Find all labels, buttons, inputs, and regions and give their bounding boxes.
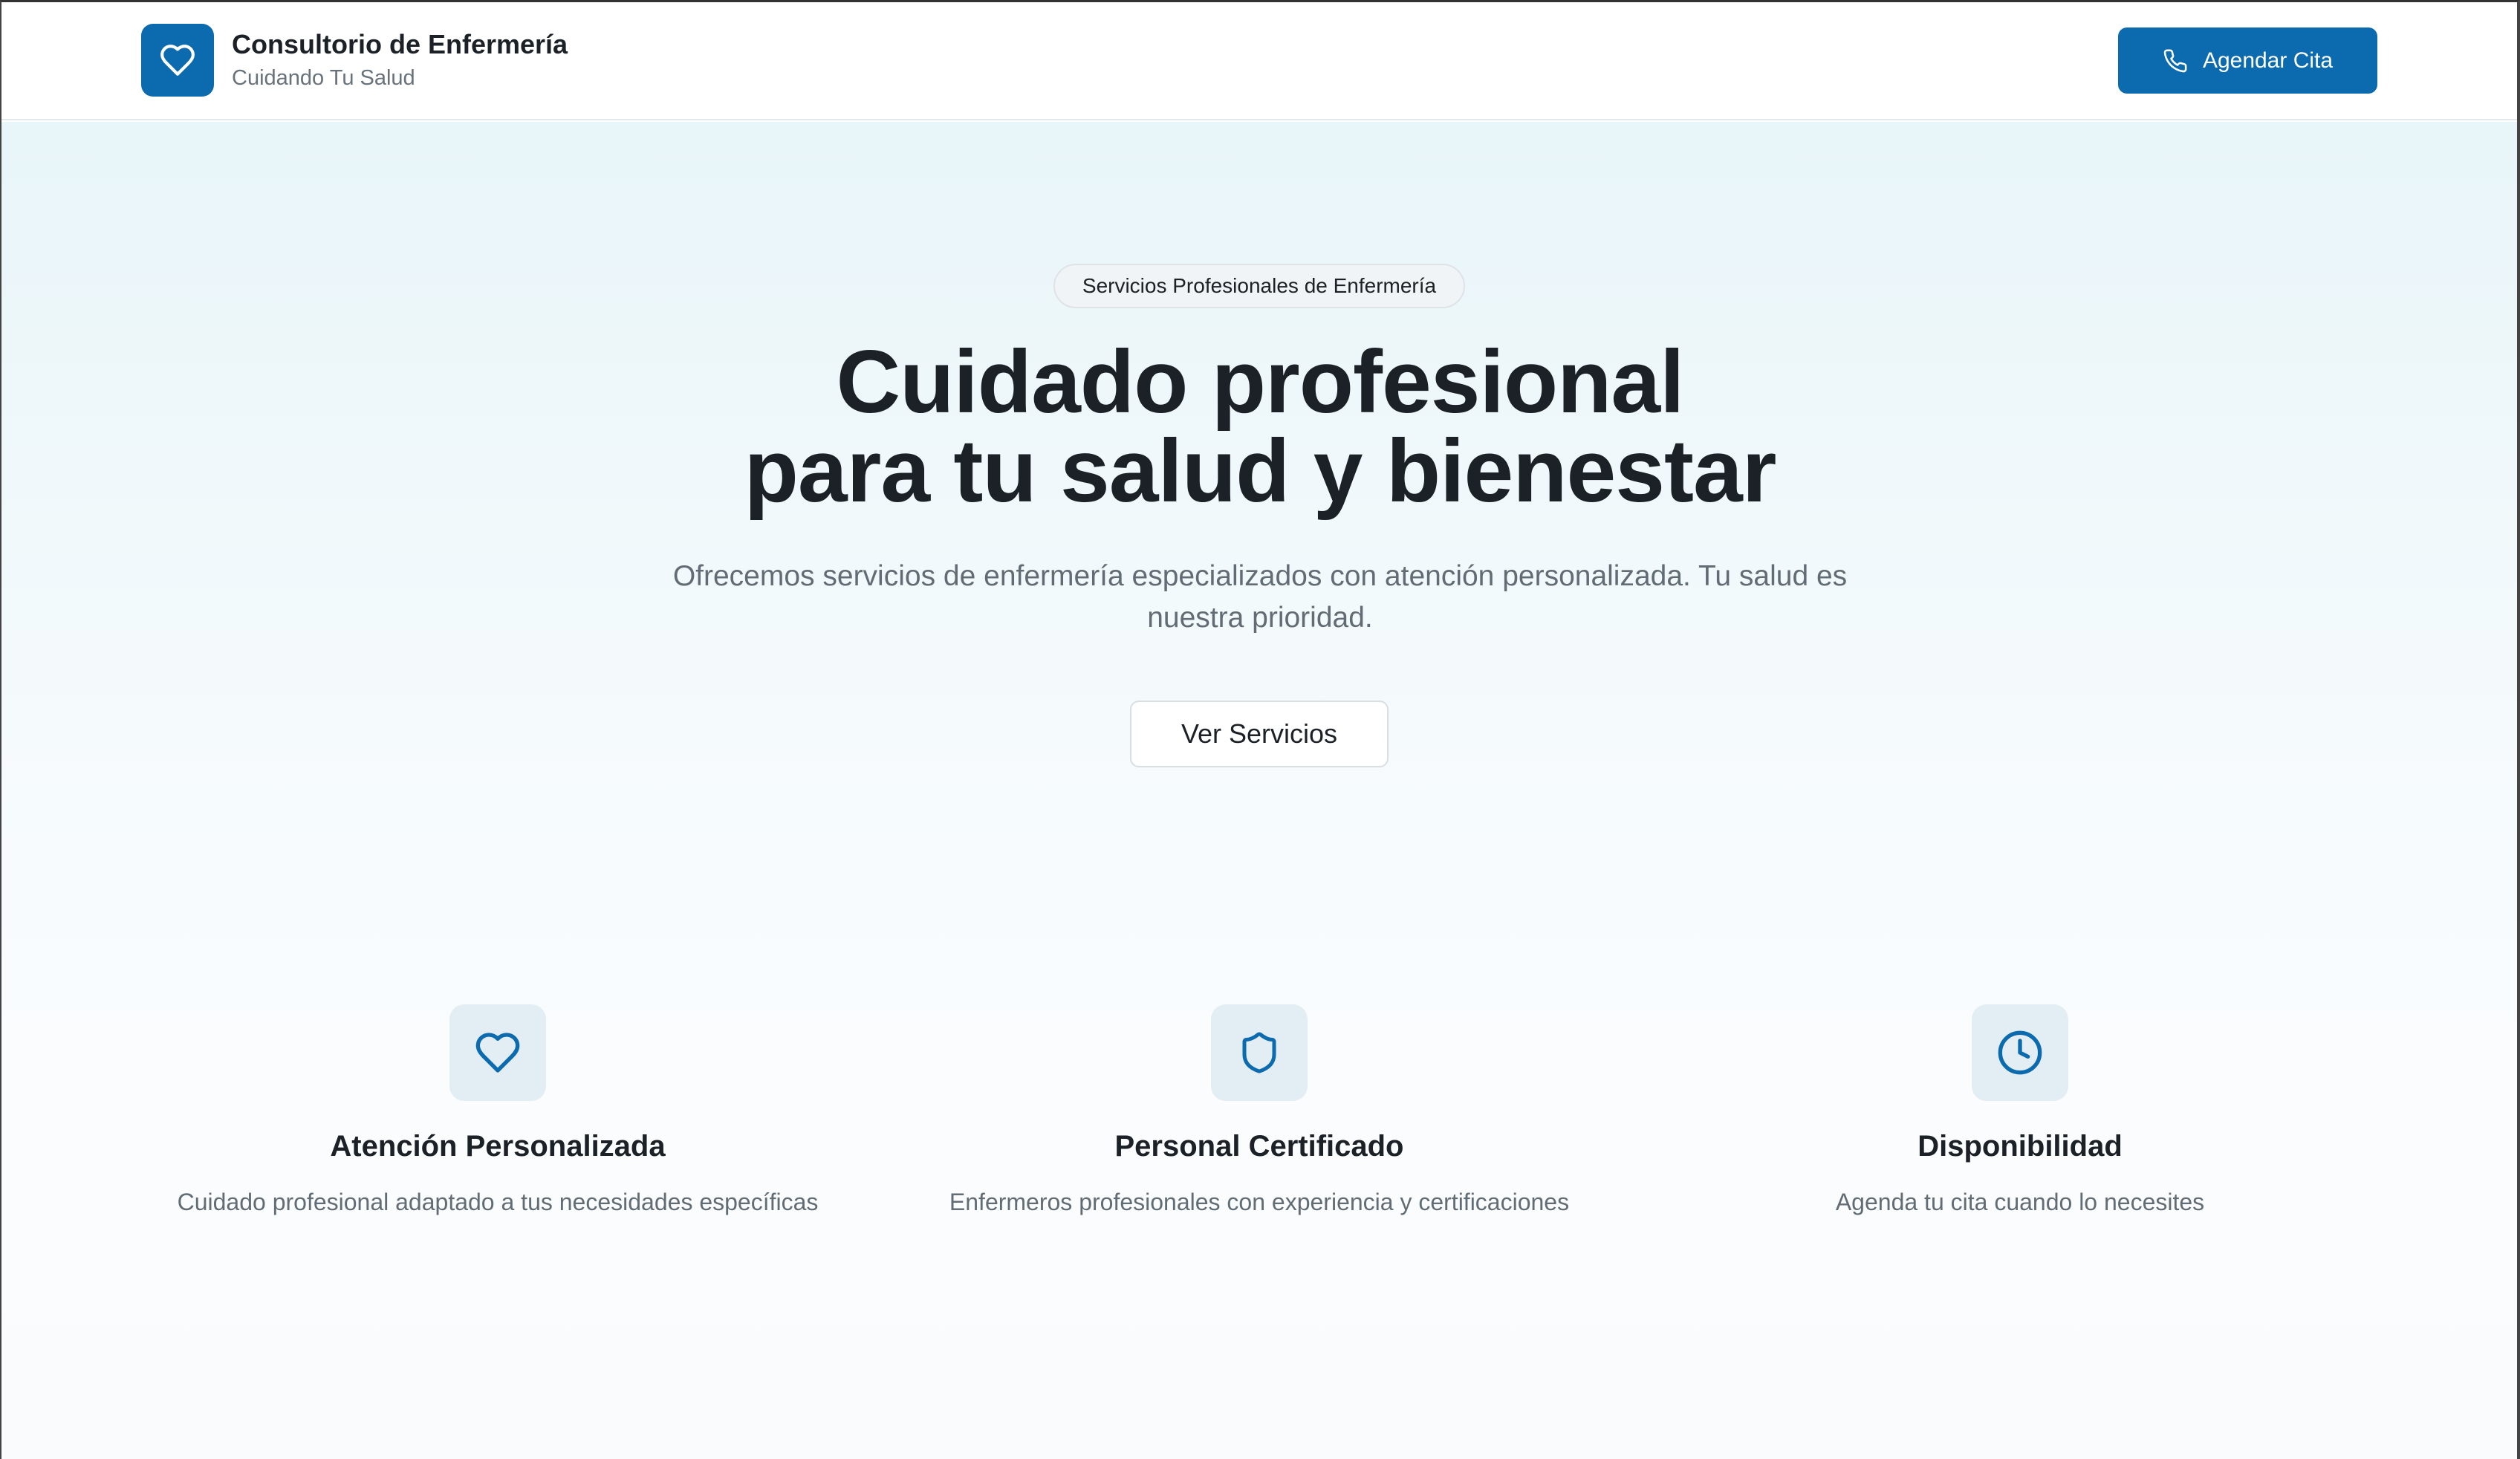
feature-title: Atención Personalizada xyxy=(330,1130,666,1163)
phone-icon xyxy=(2163,48,2188,74)
headline-line-2: para tu salud y bienestar xyxy=(744,421,1777,521)
brand-title: Consultorio de Enfermería xyxy=(232,29,568,59)
feature-description: Agenda tu cita cuando lo necesites xyxy=(1835,1189,2205,1215)
shield-icon xyxy=(1211,1004,1308,1101)
hero-headline: Cuidado profesional para tu salud y bien… xyxy=(0,337,2520,516)
heart-icon xyxy=(449,1004,546,1101)
feature-personalized-care: Atención Personalizada Cuidado profesion… xyxy=(126,1004,869,1218)
feature-description: Cuidado profesional adaptado a tus neces… xyxy=(177,1189,819,1215)
hero-section: Servicios Profesionales de Enfermería Cu… xyxy=(0,122,2520,1459)
feature-title: Disponibilidad xyxy=(1917,1130,2123,1163)
heart-icon xyxy=(141,24,214,97)
feature-certified-staff: Personal Certificado Enfermeros profesio… xyxy=(888,1004,1631,1218)
schedule-appointment-button[interactable]: Agendar Cita xyxy=(2118,27,2377,94)
services-badge: Servicios Profesionales de Enfermería xyxy=(1053,264,1465,308)
brand[interactable]: Consultorio de Enfermería Cuidando Tu Sa… xyxy=(141,24,568,97)
feature-description: Enfermeros profesionales con experiencia… xyxy=(949,1189,1570,1215)
clock-icon xyxy=(1972,1004,2068,1101)
headline-line-1: Cuidado profesional xyxy=(836,332,1684,432)
brand-subtitle: Cuidando Tu Salud xyxy=(232,66,415,90)
feature-availability: Disponibilidad Agenda tu cita cuando lo … xyxy=(1649,1004,2391,1218)
feature-title: Personal Certificado xyxy=(1114,1130,1404,1163)
site-header: Consultorio de Enfermería Cuidando Tu Sa… xyxy=(0,0,2520,120)
view-services-button[interactable]: Ver Servicios xyxy=(1130,701,1389,767)
schedule-appointment-label: Agendar Cita xyxy=(2202,48,2334,73)
hero-lead: Ofrecemos servicios de enfermería especi… xyxy=(672,560,1848,634)
